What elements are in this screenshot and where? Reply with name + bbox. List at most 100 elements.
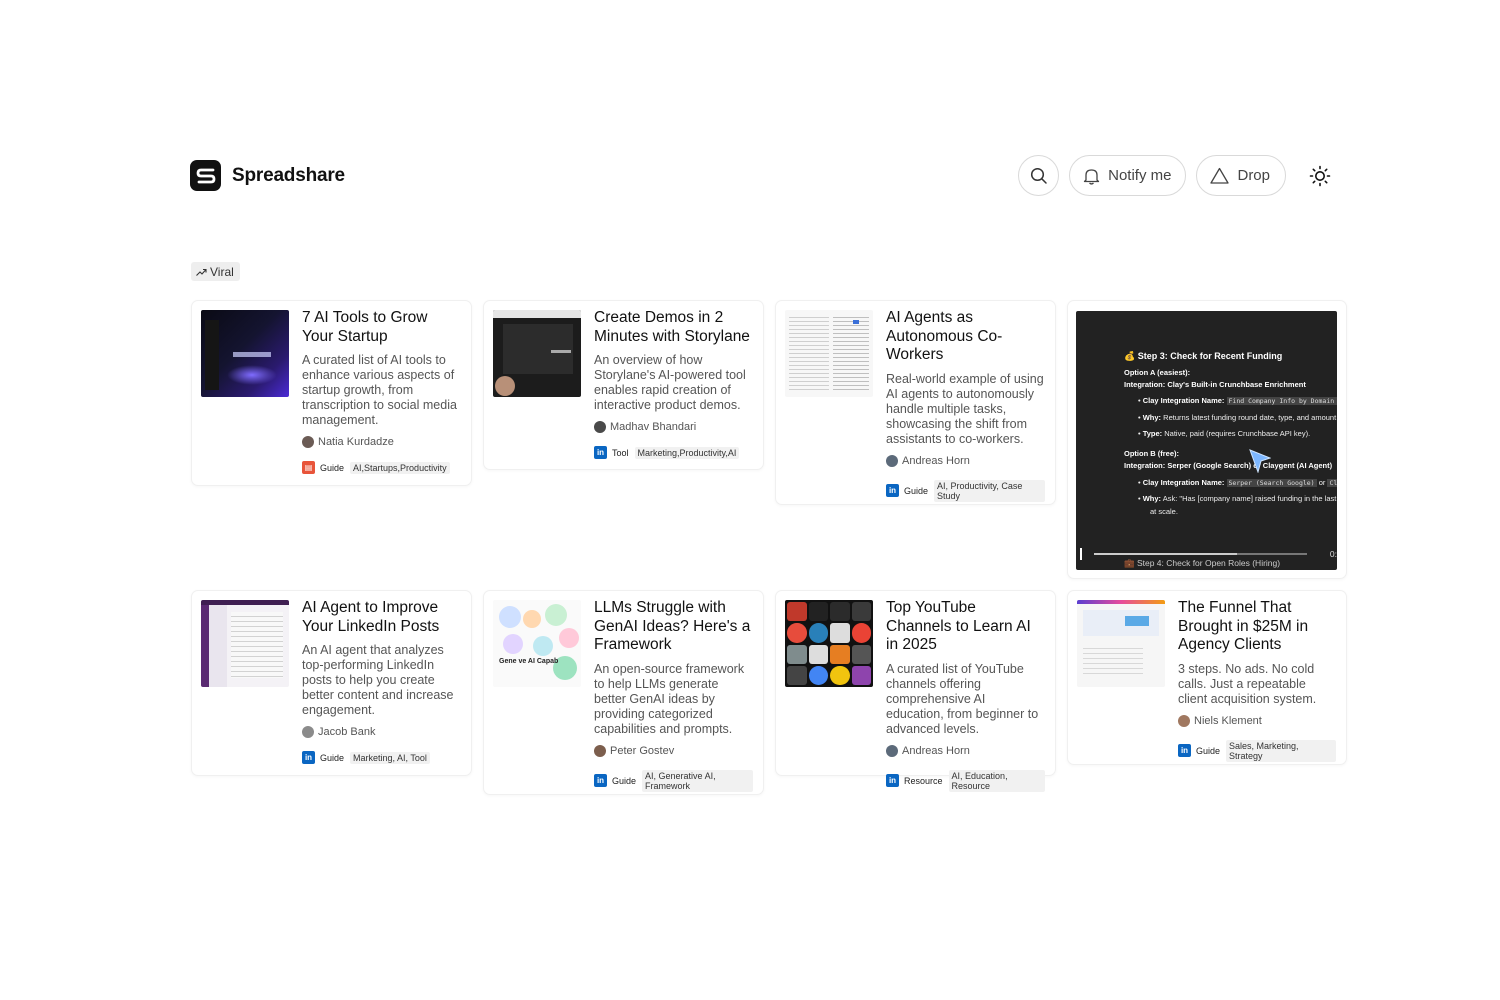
card-thumbnail bbox=[493, 310, 581, 397]
notify-me-label: Notify me bbox=[1108, 167, 1172, 184]
card-title: AI Agents as Autonomous Co-Workers bbox=[886, 309, 1003, 363]
card-tags: AI, Generative AI, Framework bbox=[642, 769, 753, 792]
resource-card[interactable]: Create Demos in 2 Minutes with Storylane… bbox=[483, 300, 764, 470]
linkedin-icon: in bbox=[302, 751, 315, 764]
brand-name: Spreadshare bbox=[232, 164, 345, 186]
card-author: Niels Klement bbox=[1178, 714, 1336, 727]
drop-button[interactable]: Drop bbox=[1196, 155, 1286, 196]
linkedin-icon: in bbox=[886, 484, 899, 497]
video-integration-b: Integration: Serper (Google Search) or C… bbox=[1124, 461, 1333, 470]
resource-card[interactable]: Gene ve AI Capab LLMs Struggle with GenA… bbox=[483, 590, 764, 795]
brand[interactable]: Spreadshare bbox=[190, 160, 345, 191]
notify-me-button[interactable]: Notify me bbox=[1069, 155, 1187, 196]
card-type: Guide bbox=[612, 775, 637, 786]
card-title: LLMs Struggle with GenAI Ideas? Here's a… bbox=[594, 599, 751, 653]
card-meta: ▤ Guide AI,Startups,Productivity bbox=[302, 461, 461, 474]
card-meta: in Resource AI, Education, Resource bbox=[886, 769, 1045, 792]
resource-card[interactable]: 7 AI Tools to Grow Your Startup A curate… bbox=[191, 300, 472, 486]
card-thumbnail bbox=[785, 600, 873, 687]
card-author: Madhav Bhandari bbox=[594, 421, 753, 433]
author-avatar bbox=[302, 726, 314, 738]
resource-card[interactable]: AI Agents as Autonomous Co-Workers Real-… bbox=[775, 300, 1056, 505]
video-play-marker[interactable] bbox=[1080, 548, 1082, 560]
card-type: Resource bbox=[904, 775, 943, 786]
linkedin-icon: in bbox=[1178, 744, 1191, 757]
video-name-a: • Clay Integration Name: Find Company In… bbox=[1138, 396, 1337, 405]
card-description: A curated list of AI tools to enhance va… bbox=[302, 353, 457, 427]
card-tags: AI, Education, Resource bbox=[948, 769, 1045, 792]
viral-label: Viral bbox=[210, 264, 234, 279]
card-tags: AI,Startups,Productivity bbox=[350, 461, 450, 474]
warning-triangle-icon bbox=[1210, 167, 1230, 184]
guide-icon: ▤ bbox=[302, 461, 315, 474]
card-type: Guide bbox=[904, 485, 929, 496]
trending-up-icon bbox=[196, 268, 207, 276]
card-type: Guide bbox=[1196, 745, 1221, 756]
video-type-a: • Type: Native, paid (requires Crunchbas… bbox=[1138, 429, 1311, 438]
video-integration-a: Integration: Clay's Built-in Crunchbase … bbox=[1124, 380, 1306, 389]
card-tags: Marketing,Productivity,AI bbox=[634, 446, 740, 459]
theme-toggle-button[interactable] bbox=[1300, 156, 1340, 196]
author-name: Andreas Horn bbox=[902, 744, 970, 757]
drop-label: Drop bbox=[1237, 167, 1270, 184]
video-name-b: • Clay Integration Name: Serper (Search … bbox=[1138, 478, 1337, 487]
card-type: Guide bbox=[320, 752, 345, 763]
author-avatar bbox=[1178, 714, 1190, 727]
card-meta: in Tool Marketing,Productivity,AI bbox=[594, 446, 753, 459]
author-name: Natia Kurdadze bbox=[318, 436, 394, 448]
site-header: Spreadshare Notify me Drop bbox=[190, 155, 1340, 197]
video-option-b: Option B (free): bbox=[1124, 449, 1179, 458]
video-why-b-cont: at scale. bbox=[1150, 507, 1178, 516]
resource-card[interactable]: AI Agent to Improve Your LinkedIn Posts … bbox=[191, 590, 472, 776]
cursor-arrow-icon bbox=[1249, 449, 1271, 473]
linkedin-icon: in bbox=[594, 774, 607, 787]
video-step-title: 💰 Step 3: Check for Recent Funding bbox=[1124, 351, 1283, 361]
card-type: Guide bbox=[320, 462, 345, 473]
video-progress-fill bbox=[1094, 553, 1237, 555]
card-title: AI Agent to Improve Your LinkedIn Posts bbox=[302, 599, 440, 635]
card-title: 7 AI Tools to Grow Your Startup bbox=[302, 309, 428, 345]
card-description: A curated list of YouTube channels offer… bbox=[886, 661, 1039, 736]
resource-card[interactable]: Top YouTube Channels to Learn AI in 2025… bbox=[775, 590, 1056, 792]
author-avatar bbox=[302, 436, 314, 448]
card-thumbnail bbox=[1077, 600, 1165, 687]
card-author: Natia Kurdadze bbox=[302, 436, 461, 448]
card-description: An overview of how Storylane's AI-powere… bbox=[594, 353, 746, 412]
card-tags: AI, Productivity, Case Study bbox=[934, 479, 1045, 502]
sun-icon bbox=[1309, 165, 1331, 186]
bell-icon bbox=[1083, 168, 1100, 185]
card-tags: Marketing, AI, Tool bbox=[350, 751, 430, 764]
card-thumbnail bbox=[201, 600, 289, 687]
card-author: Jacob Bank bbox=[302, 726, 461, 738]
resource-card[interactable]: The Funnel That Brought in $25M in Agenc… bbox=[1067, 590, 1347, 765]
search-button[interactable] bbox=[1018, 155, 1060, 196]
author-avatar bbox=[886, 744, 898, 757]
header-nav: Notify me Drop bbox=[1018, 155, 1340, 196]
author-name: Andreas Horn bbox=[902, 454, 970, 467]
video-why-b: • Why: Ask: "Has [company name] raised f… bbox=[1138, 494, 1337, 503]
author-avatar bbox=[594, 744, 606, 757]
card-thumbnail bbox=[201, 310, 289, 397]
author-name: Jacob Bank bbox=[318, 726, 376, 738]
card-author: Andreas Horn bbox=[886, 744, 1045, 757]
video-player[interactable]: 💰 Step 3: Check for Recent Funding Optio… bbox=[1076, 311, 1337, 570]
card-tags: Sales, Marketing, Strategy bbox=[1226, 739, 1336, 762]
card-description: 3 steps. No ads. No cold calls. Just a r… bbox=[1178, 661, 1317, 706]
viral-tag[interactable]: Viral bbox=[191, 262, 240, 281]
author-name: Peter Gostev bbox=[610, 744, 675, 757]
video-progress-bar[interactable] bbox=[1094, 553, 1307, 555]
author-name: Madhav Bhandari bbox=[610, 421, 697, 433]
author-name: Niels Klement bbox=[1194, 714, 1262, 727]
card-meta: in Guide AI, Generative AI, Framework bbox=[594, 769, 753, 792]
card-title: Create Demos in 2 Minutes with Storylane bbox=[594, 309, 750, 345]
card-description: An AI agent that analyzes top-performing… bbox=[302, 643, 454, 717]
video-why-a: • Why: Returns latest funding round date… bbox=[1138, 413, 1337, 422]
card-description: Real-world example of using AI agents to… bbox=[886, 371, 1044, 446]
card-title: Top YouTube Channels to Learn AI in 2025 bbox=[886, 599, 1031, 653]
author-avatar bbox=[594, 421, 606, 433]
card-type: Tool bbox=[612, 447, 629, 458]
card-title: The Funnel That Brought in $25M in Agenc… bbox=[1178, 599, 1309, 653]
search-icon bbox=[1030, 167, 1047, 184]
card-thumbnail: Gene ve AI Capab bbox=[493, 600, 581, 687]
author-avatar bbox=[886, 454, 898, 467]
